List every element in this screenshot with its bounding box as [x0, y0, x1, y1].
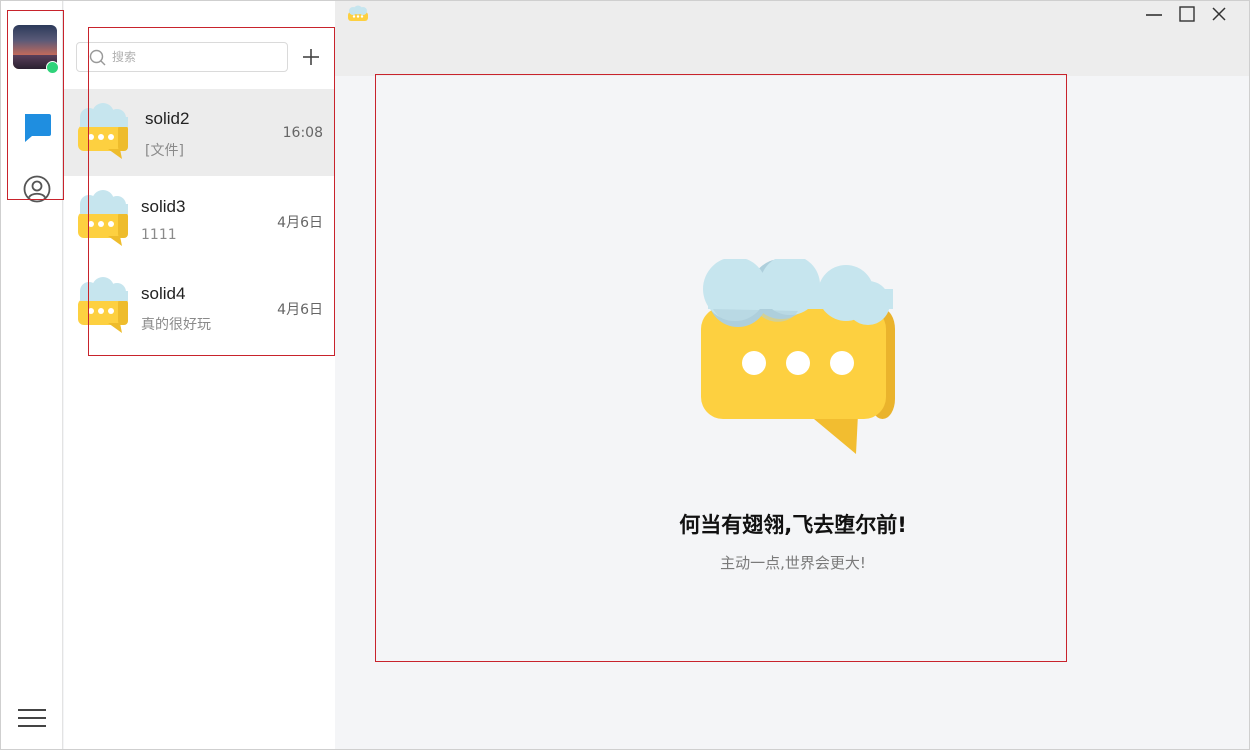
- title-bar: [335, 1, 1249, 76]
- conversation-name: solid4: [141, 284, 186, 303]
- conversation-preview: [文件]: [145, 143, 184, 159]
- maximize-button[interactable]: [1176, 3, 1198, 25]
- empty-state-title: 何当有翅翎,飞去堕尔前!: [679, 513, 907, 537]
- app-logo-icon: [348, 5, 368, 21]
- app-window: solid2 [文件] 16:08 solid3 1111 4月6日: [0, 0, 1250, 750]
- add-button[interactable]: [301, 47, 321, 67]
- conversation-panel: solid2 [文件] 16:08 solid3 1111 4月6日: [64, 1, 335, 749]
- chat-nav-button[interactable]: [20, 111, 54, 145]
- conversation-name: solid3: [141, 197, 186, 216]
- close-icon: [1212, 7, 1226, 21]
- minimize-icon: [1146, 14, 1162, 16]
- minimize-button[interactable]: [1143, 3, 1165, 25]
- close-button[interactable]: [1208, 3, 1230, 25]
- plus-icon: [303, 49, 319, 65]
- conversation-item[interactable]: solid3 1111 4月6日: [64, 176, 335, 263]
- hamburger-icon: [18, 709, 46, 727]
- conversation-preview: 真的很好玩: [141, 317, 211, 333]
- conversation-preview: 1111: [141, 227, 177, 243]
- search-input[interactable]: [112, 50, 282, 64]
- contacts-icon: [23, 175, 51, 203]
- chat-bubble-cloud-illustration: [701, 259, 895, 454]
- chat-bubble-cloud-icon: [78, 277, 128, 333]
- chat-icon: [25, 114, 51, 142]
- conversation-time: 16:08: [282, 125, 323, 141]
- search-box[interactable]: [76, 42, 288, 72]
- nav-rail: [1, 1, 63, 749]
- search-icon: [89, 49, 106, 65]
- online-status-dot: [46, 61, 59, 74]
- empty-state-subtitle: 主动一点,世界会更大!: [720, 554, 866, 572]
- menu-button[interactable]: [15, 701, 49, 735]
- chat-bubble-cloud-icon: [78, 190, 128, 246]
- conversation-time: 4月6日: [277, 215, 323, 231]
- maximize-icon: [1179, 6, 1195, 22]
- chat-bubble-cloud-icon: [78, 103, 128, 159]
- conversation-name: solid2: [145, 109, 190, 128]
- contacts-nav-button[interactable]: [20, 172, 54, 206]
- conversation-item[interactable]: solid4 真的很好玩 4月6日: [64, 263, 335, 350]
- conversation-item[interactable]: solid2 [文件] 16:08: [64, 89, 335, 176]
- conversation-time: 4月6日: [277, 302, 323, 318]
